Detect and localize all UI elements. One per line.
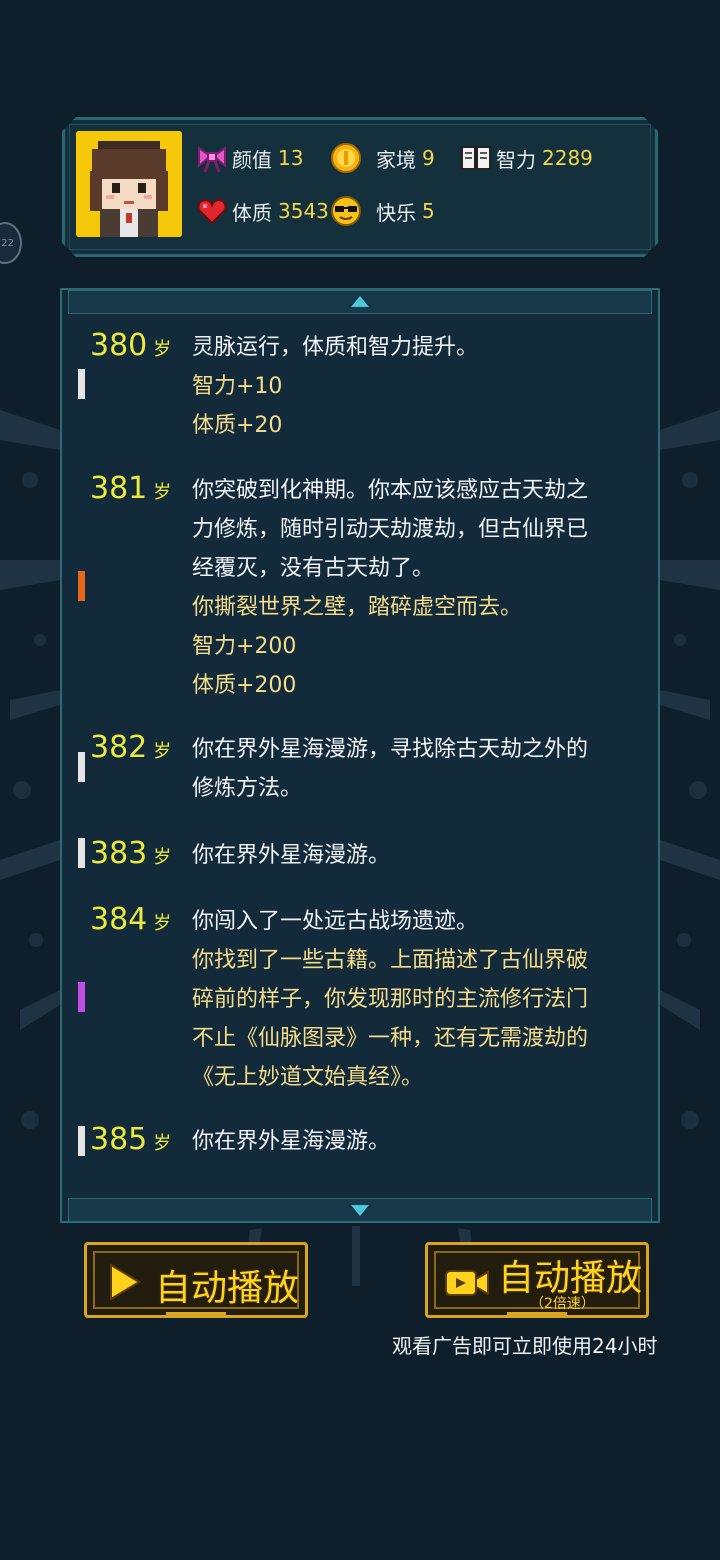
triangle-up-icon xyxy=(351,296,369,307)
event-marker xyxy=(78,752,85,782)
entry-lines: 你在界外星海漫游，寻找除古天劫之外的 修炼方法。 xyxy=(192,730,632,808)
event-marker xyxy=(78,838,85,868)
ad-hint-text: 观看广告即可立即使用24小时 xyxy=(392,1334,658,1358)
scroll-down-button[interactable] xyxy=(68,1198,652,1222)
event-marker xyxy=(78,571,85,601)
entry-line: 不止《仙脉图录》一种，还有无需渡劫的 xyxy=(192,1026,589,1051)
sunglasses-face-icon xyxy=(331,196,361,226)
scroll-up-button[interactable] xyxy=(68,290,652,314)
entry-line: 你在界外星海漫游，寻找除古天劫之外的 xyxy=(192,737,589,762)
entry-line: 经覆灭，没有古天劫了。 xyxy=(192,556,435,581)
age-label: 385 岁 xyxy=(90,1122,172,1157)
video-camera-icon xyxy=(445,1270,489,1296)
entry-line: 你闯入了一处远古战场遗迹。 xyxy=(192,909,479,934)
entry-line: 灵脉运行，体质和智力提升。 xyxy=(192,335,479,360)
bow-icon xyxy=(198,146,226,173)
stat-family: 家境 9 xyxy=(330,142,435,174)
button-notch xyxy=(166,1312,226,1318)
button-notch xyxy=(507,1312,567,1318)
entry-line: 你在界外星海漫游。 xyxy=(192,1129,391,1154)
character-avatar xyxy=(76,131,182,237)
triangle-down-icon xyxy=(351,1205,369,1216)
speed-label: （2倍速） xyxy=(530,1296,595,1312)
entry-lines: 你突破到化神期。你本应该感应古天劫之 力修炼，随时引动天劫渡劫，但古仙界已 经覆… xyxy=(192,471,632,705)
entry-line: 你找到了一些古籍。上面描述了古仙界破 xyxy=(192,948,589,973)
entry-lines: 你在界外星海漫游。 xyxy=(192,1122,632,1161)
age-label: 380 岁 xyxy=(90,328,172,363)
entry-line: 你撕裂世界之壁，踏碎虚空而去。 xyxy=(192,595,523,620)
age-label: 384 岁 xyxy=(90,902,172,937)
entry-line: 修炼方法。 xyxy=(192,776,303,801)
entry-line: 智力+200 xyxy=(192,634,297,659)
play-icon xyxy=(110,1263,141,1301)
entry-line: 智力+10 xyxy=(192,374,283,399)
entry-line: 《无上妙道文始真经》。 xyxy=(192,1065,424,1090)
stat-happiness: 快乐 5 xyxy=(330,195,435,227)
entry-line: 体质+20 xyxy=(192,413,283,438)
entry-line: 体质+200 xyxy=(192,673,297,698)
heart-icon xyxy=(197,198,227,225)
pixel-character-icon xyxy=(76,131,182,237)
entry-lines: 你在界外星海漫游。 xyxy=(192,836,632,875)
stat-intelligence: 智力 2289 xyxy=(460,142,593,174)
event-marker xyxy=(78,1126,85,1156)
entry-lines: 你闯入了一处远古战场遗迹。 你找到了一些古籍。上面描述了古仙界破 碎前的样子，你… xyxy=(192,902,632,1097)
entry-line: 你在界外星海漫游。 xyxy=(192,843,391,868)
age-label: 382 岁 xyxy=(90,730,172,765)
auto-play-button[interactable]: 自动播放 xyxy=(84,1242,308,1318)
age-label: 383 岁 xyxy=(90,836,172,871)
entry-line: 碎前的样子，你发现那时的主流修行法门 xyxy=(192,987,589,1012)
auto-play-2x-button[interactable]: 自动播放 （2倍速） xyxy=(425,1242,649,1318)
event-marker xyxy=(78,369,85,399)
entry-line: 力修炼，随时引动天劫渡劫，但古仙界已 xyxy=(192,517,589,542)
age-label: 381 岁 xyxy=(90,471,172,506)
stat-appearance: 颜值 13 xyxy=(196,142,303,174)
entry-line: 你突破到化神期。你本应该感应古天劫之 xyxy=(192,478,589,503)
auto-play-label: 自动播放 xyxy=(155,1268,300,1309)
coin-icon xyxy=(331,143,361,173)
book-icon xyxy=(461,146,491,170)
stat-constitution: 体质 3543 xyxy=(196,195,329,227)
entry-lines: 灵脉运行，体质和智力提升。 智力+10 体质+20 xyxy=(192,328,632,445)
event-marker xyxy=(78,982,85,1012)
